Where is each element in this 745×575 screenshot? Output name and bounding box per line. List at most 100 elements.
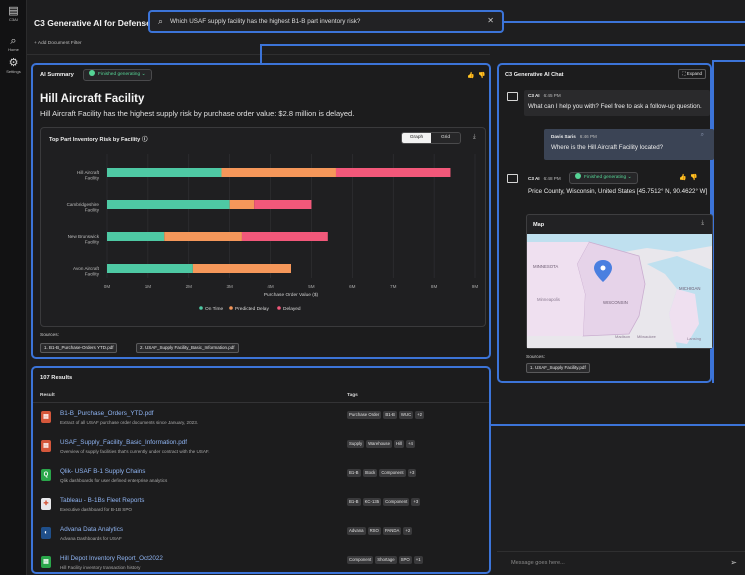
result-title-link[interactable]: Advana Data Analytics — [60, 526, 123, 533]
search-icon[interactable]: ⌕ — [701, 132, 704, 139]
search-input[interactable]: Which USAF supply facility has the highe… — [170, 18, 360, 25]
y-tick-label: Hill Aircraft Facility — [77, 170, 100, 181]
tag-badge[interactable]: Stock — [362, 469, 378, 477]
tag-badge[interactable]: Warehouse — [366, 440, 392, 448]
add-filter-button[interactable]: + Add Document Filter — [34, 41, 82, 46]
chat-panel: C3 Generative AI Chat ⛶ Expand C3 AI 6:45… — [497, 63, 714, 383]
tag-badge[interactable]: RSO — [367, 527, 381, 535]
bar-segment — [192, 264, 291, 273]
bot-icon — [507, 92, 518, 101]
bot-message-text: Price County, Wisconsin, United States [… — [528, 188, 708, 195]
x-tick-label: 9M — [472, 284, 479, 289]
tag-badge[interactable]: Purchase Order — [347, 411, 382, 419]
ai-summary-panel: AI Summary Finished generating ⌄ 👍 👎 Hil… — [31, 63, 491, 359]
status-badge[interactable]: Finished generating ⌄ — [569, 172, 638, 184]
legend-label: Predicted Delay — [235, 306, 269, 312]
column-header-result[interactable]: Result — [40, 393, 55, 398]
tag-badge[interactable]: Advana — [347, 527, 366, 535]
check-icon — [89, 70, 95, 76]
tag-badge[interactable]: +2 — [415, 411, 425, 419]
tag-badge[interactable]: Supply — [347, 440, 365, 448]
search-bar[interactable]: ⌕ Which USAF supply facility has the hig… — [148, 10, 504, 33]
column-header-tags[interactable]: Tags — [347, 393, 358, 398]
map-label: Minneapolis — [537, 297, 560, 302]
tag-badge[interactable]: Component — [347, 556, 374, 564]
expand-button[interactable]: ⛶ Expand — [678, 69, 706, 79]
bar-segment — [221, 168, 336, 177]
qlik-icon: Q — [41, 469, 51, 481]
download-icon[interactable]: ⤓ — [701, 220, 704, 227]
x-tick-label: 8M — [431, 284, 438, 289]
result-row[interactable]: ▤ B1-B_Purchase_Orders_YTD.pdf Extract of … — [33, 408, 489, 437]
sources-label: Sources: — [40, 333, 59, 338]
result-row[interactable]: ▤ USAF_Supply_Facility_Basic_Information.… — [33, 437, 489, 466]
tableau-icon: ✚ — [41, 498, 51, 510]
rail-logo[interactable]: ▤ C3AI — [0, 5, 27, 23]
result-description: Overview of supply facilities that's cur… — [60, 449, 210, 454]
result-title-link[interactable]: Hill Depot Inventory Report_Oct2022 — [60, 555, 163, 562]
tag-badge[interactable]: WUC — [398, 411, 414, 419]
chat-title: C3 Generative AI Chat — [505, 72, 564, 78]
thumbs-up-icon[interactable]: 👍 — [467, 72, 474, 79]
tag-badge[interactable]: PANDA — [382, 527, 402, 535]
user-name: Davis Saris 6:46 PM — [551, 134, 597, 139]
tag-badge[interactable]: Component — [383, 498, 410, 506]
tag-badge[interactable]: B1-B — [383, 411, 397, 419]
result-title-link[interactable]: B1-B_Purchase_Orders_YTD.pdf — [60, 410, 153, 417]
rail-settings[interactable]: ⚙ Settings — [0, 58, 27, 75]
tag-badge[interactable]: +2 — [403, 527, 413, 535]
send-icon[interactable]: ➢ — [730, 558, 737, 567]
legend-marker — [199, 306, 203, 310]
result-tags: B1-B KC-135 Component +3 — [347, 498, 421, 506]
bar-segment — [107, 200, 230, 209]
y-tick-label: New Brunswick Facility — [68, 234, 100, 245]
legend-label: On Time — [205, 306, 223, 312]
result-row[interactable]: ✚ Tableau - B-1Bs Fleet Reports Executive … — [33, 495, 489, 524]
logo-icon: ▤ — [8, 5, 19, 17]
source-chip[interactable]: 1. USAF_Supply Facility.pdf — [526, 363, 590, 373]
tag-badge[interactable]: SPO — [398, 556, 412, 564]
source-chip[interactable]: 2. USAF_Supply Facility_Basic_Informatio… — [136, 343, 239, 353]
map-view[interactable]: MINNESOTA Minneapolis WISCONSIN MICHIGAN… — [527, 234, 712, 348]
tag-badge[interactable]: +3 — [411, 498, 421, 506]
tag-badge[interactable]: B1-B — [347, 498, 361, 506]
result-title-link[interactable]: Qlik- USAF B-1 Supply Chains — [60, 468, 145, 475]
tag-badge[interactable]: B1-B — [347, 469, 361, 477]
connector-summary-v — [260, 44, 262, 63]
message-input[interactable]: Message goes here... — [511, 560, 565, 566]
status-badge[interactable]: Finished generating ⌄ — [83, 69, 152, 81]
connector-chat-top — [712, 60, 745, 62]
chat-input-bar[interactable]: Message goes here... ➢ — [497, 551, 745, 575]
connector-summary-h — [260, 44, 745, 46]
rail-settings-label: Settings — [6, 69, 21, 74]
result-row[interactable]: ▤ Hill Depot Inventory Report_Oct2022 Hill… — [33, 553, 489, 572]
download-icon[interactable]: ⤓ — [473, 134, 476, 141]
tag-badge[interactable]: KC-135 — [362, 498, 382, 506]
thumbs-down-icon[interactable]: 👎 — [690, 174, 697, 181]
tag-badge[interactable]: Hill — [393, 440, 404, 448]
result-title-link[interactable]: USAF_Supply_Facility_Basic_Information.p… — [60, 439, 187, 446]
tag-badge[interactable]: Shortage — [375, 556, 397, 564]
grid-tab[interactable]: Grid — [431, 133, 460, 143]
map-card: Map ⤓ MINNESOTA Minneapolis WISCONSIN MI… — [526, 214, 713, 349]
thumbs-up-icon[interactable]: 👍 — [679, 174, 686, 181]
tag-badge[interactable]: +3 — [407, 469, 417, 477]
search-icon: ⌕ — [10, 35, 17, 47]
tag-badge[interactable]: Component — [379, 469, 406, 477]
advana-icon: ◐ — [41, 527, 51, 539]
x-tick-label: 0M — [104, 284, 111, 289]
graph-tab[interactable]: Graph — [402, 133, 431, 143]
result-row[interactable]: ◐ Advana Data Analytics Advana Dashboards … — [33, 524, 489, 553]
result-description: Extract of all USAF purchase order docum… — [60, 420, 199, 425]
result-tags: Supply Warehouse Hill +4 — [347, 440, 415, 448]
source-chip[interactable]: 1. B1-B_Purchase-Orders YTD.pdf — [40, 343, 118, 353]
rail-home[interactable]: ⌕ Home — [0, 35, 27, 53]
view-toggle: Graph Grid — [401, 132, 461, 144]
status-text: Finished generating — [98, 72, 141, 77]
tag-badge[interactable]: +1 — [413, 556, 423, 564]
clear-icon[interactable]: ✕ — [487, 16, 494, 25]
result-title-link[interactable]: Tableau - B-1Bs Fleet Reports — [60, 497, 144, 504]
thumbs-down-icon[interactable]: 👎 — [478, 72, 485, 79]
tag-badge[interactable]: +4 — [405, 440, 415, 448]
result-row[interactable]: Q Qlik- USAF B-1 Supply Chains Qlik dashbo… — [33, 466, 489, 495]
